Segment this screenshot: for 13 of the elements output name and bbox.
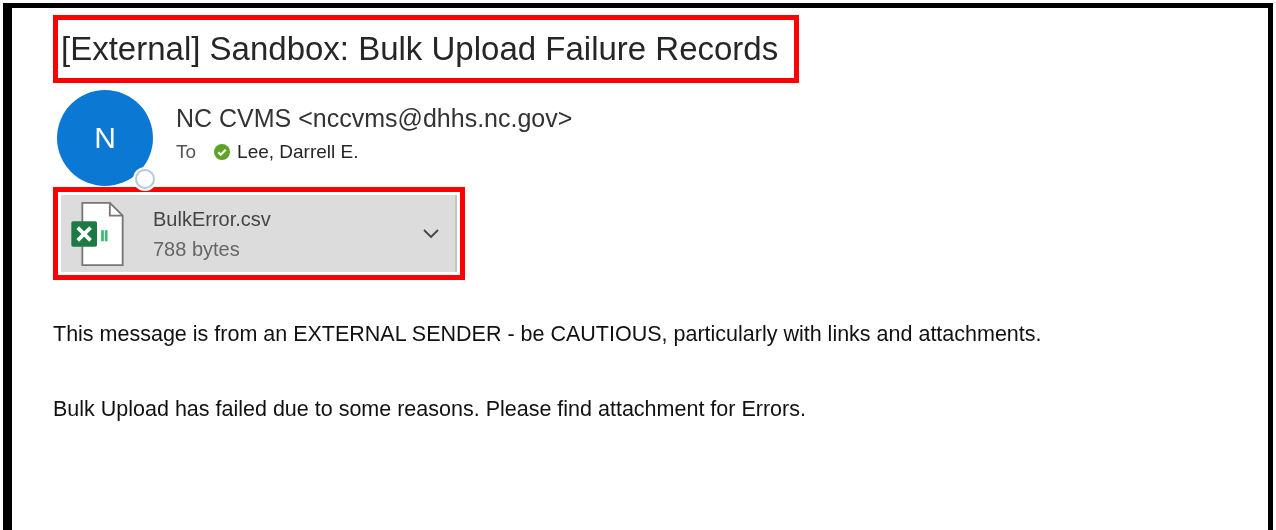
chevron-down-icon[interactable] [423, 228, 439, 239]
attachment-name: BulkError.csv [153, 206, 272, 232]
presence-icon [135, 169, 155, 189]
message-paragraph: This message is from an EXTERNAL SENDER - be CAUTIOUS, particularly with links and attachments. [53, 322, 1043, 347]
attachment-card[interactable]: BulkError.csv 788 bytes [61, 195, 457, 272]
check-icon [214, 144, 231, 160]
sender-address[interactable]: NC CVMS <nccvms@dhhs.nc.gov> [176, 104, 573, 133]
attachment-size: 788 bytes [153, 236, 241, 262]
email-subject: [External] Sandbox: Bulk Upload Failure Records [61, 30, 779, 68]
to-label: To [176, 141, 197, 163]
message-paragraph: Bulk Upload has failed due to some reasons. Please find attachment for Errors. [53, 397, 807, 422]
spreadsheet-file-icon [69, 200, 125, 267]
recipient-name[interactable]: Lee, Darrell E. [237, 141, 359, 163]
